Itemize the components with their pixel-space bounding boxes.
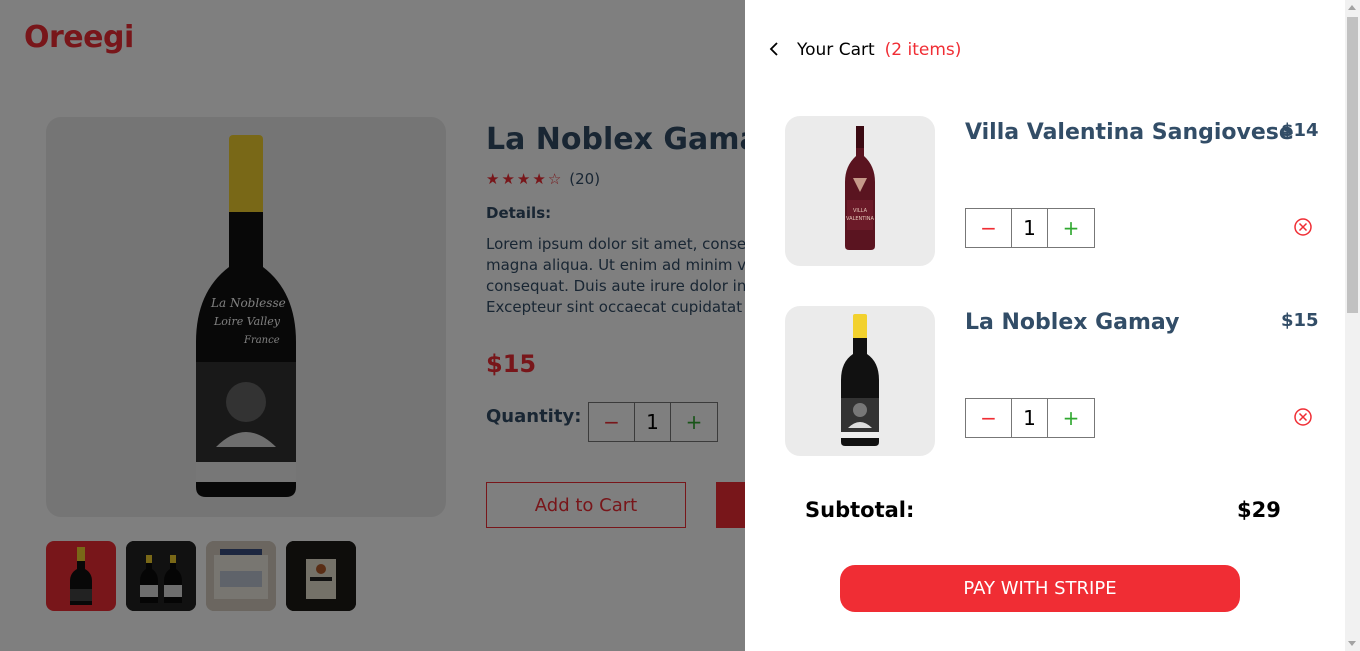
cart-item-name: La Noblex Gamay — [965, 310, 1180, 335]
cart-item: La Noblex Gamay $15 − 1 + — [785, 306, 1325, 456]
cart-heading[interactable]: Your Cart (2 items) — [767, 38, 961, 62]
svg-text:VILLA: VILLA — [853, 208, 868, 214]
chevron-left-icon[interactable] — [767, 38, 787, 62]
cart-item-price: $14 — [1281, 120, 1319, 141]
subtotal-label: Subtotal: — [805, 498, 915, 522]
minus-icon[interactable]: − — [966, 399, 1012, 437]
cart-panel: Your Cart (2 items) VILLA VALENTINA Vill… — [745, 0, 1345, 651]
quantity-value: 1 — [1012, 209, 1048, 247]
cart-item-quantity-stepper: − 1 + — [965, 398, 1095, 438]
quantity-value: 1 — [1012, 399, 1048, 437]
scrollbar[interactable] — [1345, 0, 1360, 651]
scroll-up-icon[interactable] — [1348, 5, 1356, 10]
remove-item-icon[interactable] — [1293, 217, 1313, 237]
cart-item-image — [785, 306, 935, 456]
plus-icon[interactable]: + — [1048, 399, 1094, 437]
subtotal-value: $29 — [1237, 498, 1281, 522]
cart-item-price: $15 — [1281, 310, 1319, 331]
minus-icon[interactable]: − — [966, 209, 1012, 247]
remove-item-icon[interactable] — [1293, 407, 1313, 427]
cart-item-name: Villa Valentina Sangiovese — [965, 120, 1294, 145]
pay-with-stripe-button[interactable]: PAY WITH STRIPE — [840, 565, 1240, 612]
cart-item-count: (2 items) — [884, 40, 962, 60]
scroll-down-icon[interactable] — [1348, 641, 1356, 646]
cart-item-image: VILLA VALENTINA — [785, 116, 935, 266]
cart-item: VILLA VALENTINA Villa Valentina Sangiove… — [785, 116, 1325, 266]
svg-text:VALENTINA: VALENTINA — [846, 216, 874, 222]
cart-title: Your Cart — [797, 40, 875, 60]
cart-item-quantity-stepper: − 1 + — [965, 208, 1095, 248]
plus-icon[interactable]: + — [1048, 209, 1094, 247]
scrollbar-thumb[interactable] — [1347, 17, 1358, 313]
